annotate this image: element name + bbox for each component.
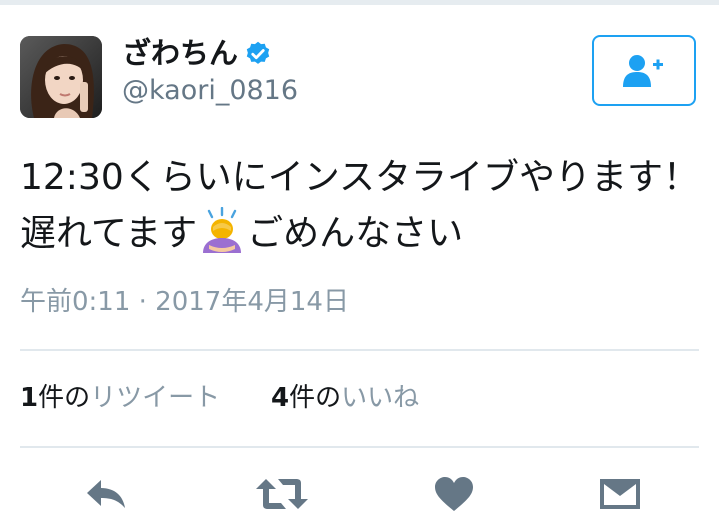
retweet-button[interactable] [252, 470, 312, 518]
person-bowing-emoji-icon [203, 207, 242, 253]
stats-divider-top [20, 349, 699, 351]
retweet-label: リツイート [90, 383, 221, 413]
verified-badge-icon [246, 41, 270, 64]
like-button[interactable] [428, 470, 480, 518]
avatar[interactable] [20, 36, 102, 118]
display-name-text: ざわちん [122, 36, 239, 70]
like-count-unit: 件の [289, 383, 342, 413]
retweet-count: 1 [20, 383, 39, 413]
add-user-icon [623, 54, 663, 87]
like-count-stat[interactable]: 4件のいいね [271, 379, 419, 417]
tweet-text-line-2: 遅れてます ごめんなさい [20, 206, 710, 262]
retweet-count-stat[interactable]: 1件のリツイート [20, 379, 220, 417]
stats-divider-bottom [20, 446, 699, 448]
tweet-text-segment: ごめんなさい [247, 213, 464, 254]
tweet-text-line-1: 12:30くらいにインスタライブやります！ [20, 157, 700, 198]
reply-button[interactable] [80, 470, 132, 518]
direct-message-button[interactable] [594, 470, 646, 518]
avatar-image [20, 36, 102, 118]
like-count: 4 [271, 383, 290, 413]
like-label: いいね [341, 383, 420, 413]
tweet-timestamp[interactable]: 午前0:11 · 2017年4月14日 [20, 283, 349, 321]
follow-button[interactable] [592, 35, 696, 106]
envelope-icon [600, 479, 640, 509]
display-name[interactable]: ざわちん [122, 33, 272, 73]
retweet-count-unit: 件の [38, 383, 91, 413]
tweet-text: 12:30くらいにインスタライブやります！ 遅れてます ごめんなさい [20, 150, 710, 262]
retweet-icon [256, 479, 308, 509]
user-handle[interactable]: @kaori_0816 [122, 73, 298, 109]
reply-icon [87, 480, 125, 508]
tweet-text-segment: 遅れてます [20, 213, 198, 254]
heart-icon [435, 477, 473, 511]
tweet-detail: ざわちん @kaori_0816 12:30くらいにインスタライブやります！ 遅… [0, 0, 719, 524]
